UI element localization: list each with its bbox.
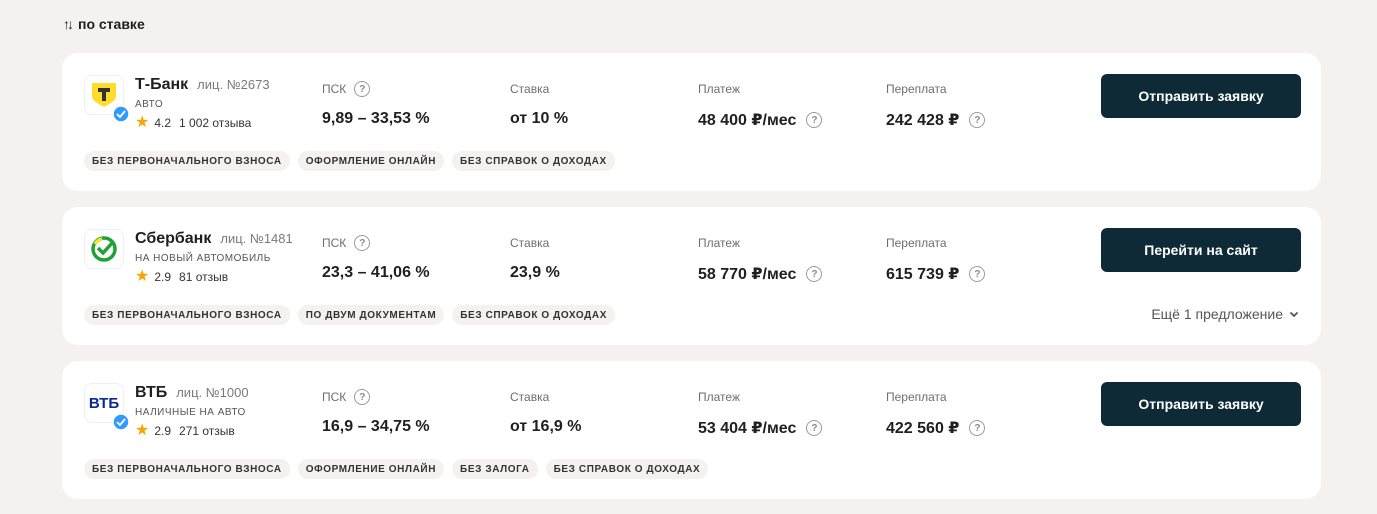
rating-value: 4.2 <box>154 116 172 130</box>
sort-arrows-icon: ↑↓ <box>63 16 74 32</box>
payment-value: 53 404 ₽/мес <box>698 420 797 437</box>
psk-label: ПСК <box>322 236 347 250</box>
rate-label: Ставка <box>510 82 550 96</box>
sber-logo-icon <box>84 229 124 269</box>
tag: Без залога <box>452 459 538 479</box>
overpay-label: Переплата <box>886 236 947 250</box>
tag: Без справок о доходах <box>452 305 615 325</box>
help-icon[interactable]: ? <box>806 420 823 436</box>
tag: Без первоначального взноса <box>84 151 290 171</box>
overpay-value: 615 739 ₽ <box>886 266 960 283</box>
payment-value: 58 770 ₽/мес <box>698 266 797 283</box>
star-icon: ★ <box>135 268 150 285</box>
apply-button[interactable]: Отправить заявку <box>1101 74 1301 118</box>
reviews-link[interactable]: 81 отзыв <box>179 270 228 284</box>
rate-value: от 16,9 % <box>510 418 582 435</box>
tag: Без справок о доходах <box>452 151 615 171</box>
overpay-label: Переплата <box>886 82 947 96</box>
sort-label: по ставке <box>78 16 145 32</box>
offer-card: ВТБ ВТБ лиц. №1000 наличные на авто ★ 2.… <box>62 361 1321 499</box>
tag: Без справок о доходах <box>545 459 709 479</box>
help-icon[interactable]: ? <box>354 389 371 405</box>
psk-value: 9,89 – 33,53 % <box>322 110 430 127</box>
vtb-logo-text: ВТБ <box>88 394 120 412</box>
rating-value: 2.9 <box>154 424 172 438</box>
rate-label: Ставка <box>510 390 550 404</box>
apply-button[interactable]: Отправить заявку <box>1101 382 1301 426</box>
rating-value: 2.9 <box>154 270 172 284</box>
psk-value: 23,3 – 41,06 % <box>322 264 430 281</box>
rate-metric: Ставка от 10 % <box>510 81 568 128</box>
overpay-metric: Переплата 242 428 ₽? <box>886 81 986 130</box>
overpay-metric: Переплата 615 739 ₽? <box>886 235 986 284</box>
rate-metric: Ставка от 16,9 % <box>510 389 581 436</box>
overpay-value: 242 428 ₽ <box>886 112 960 129</box>
tag: По двум документам <box>297 305 445 325</box>
tag: Без первоначального взноса <box>84 459 290 479</box>
payment-label: Платеж <box>698 236 740 250</box>
verified-badge-icon <box>112 105 130 123</box>
tag-list: Без первоначального взноса Оформление он… <box>84 151 615 171</box>
psk-metric: ПСК? 16,9 – 34,75 % <box>322 389 430 436</box>
offer-card: Т-Банк лиц. №2673 авто ★ 4.2 1 002 отзыв… <box>62 53 1321 191</box>
payment-label: Платеж <box>698 390 740 404</box>
overpay-label: Переплата <box>886 390 947 404</box>
star-icon: ★ <box>135 422 150 439</box>
tag-list: Без первоначального взноса Оформление он… <box>84 459 709 479</box>
help-icon[interactable]: ? <box>806 266 823 282</box>
bank-name[interactable]: Сбербанк <box>135 230 211 248</box>
star-icon: ★ <box>135 114 150 131</box>
psk-value: 16,9 – 34,75 % <box>322 418 430 435</box>
chevron-down-icon <box>1289 311 1299 318</box>
bank-name[interactable]: Т-Банк <box>135 76 188 94</box>
rate-value: 23,9 % <box>510 264 560 281</box>
rate-label: Ставка <box>510 236 550 250</box>
help-icon[interactable]: ? <box>969 420 986 436</box>
rate-value: от 10 % <box>510 110 569 127</box>
payment-metric: Платеж 48 400 ₽/мес? <box>698 81 823 130</box>
tag-list: Без первоначального взноса По двум докум… <box>84 305 615 325</box>
product-type: наличные на авто <box>135 407 246 418</box>
license-number: лиц. №1000 <box>176 385 249 400</box>
go-to-site-button[interactable]: Перейти на сайт <box>1101 228 1301 272</box>
payment-value: 48 400 ₽/мес <box>698 112 797 129</box>
payment-metric: Платеж 58 770 ₽/мес? <box>698 235 823 284</box>
bank-name[interactable]: ВТБ <box>135 384 167 402</box>
help-icon[interactable]: ? <box>354 81 371 97</box>
overpay-value: 422 560 ₽ <box>886 420 960 437</box>
rating: ★ 4.2 1 002 отзыва <box>135 114 251 131</box>
psk-metric: ПСК? 23,3 – 41,06 % <box>322 235 430 282</box>
help-icon[interactable]: ? <box>969 266 986 282</box>
psk-label: ПСК <box>322 82 347 96</box>
rate-metric: Ставка 23,9 % <box>510 235 560 282</box>
overpay-metric: Переплата 422 560 ₽? <box>886 389 986 438</box>
sort-by-rate-button[interactable]: ↑↓ по ставке <box>63 16 145 32</box>
product-type: авто <box>135 99 164 110</box>
more-offers-link[interactable]: Ещё 1 предложение <box>1151 306 1299 322</box>
tag: Оформление онлайн <box>297 151 445 171</box>
payment-label: Платеж <box>698 82 740 96</box>
offer-card: Сбербанк лиц. №1481 на новый автомобиль … <box>62 207 1321 345</box>
reviews-link[interactable]: 271 отзыв <box>179 424 235 438</box>
help-icon[interactable]: ? <box>969 112 986 128</box>
psk-label: ПСК <box>322 390 347 404</box>
reviews-link[interactable]: 1 002 отзыва <box>179 116 251 130</box>
rating: ★ 2.9 81 отзыв <box>135 268 228 285</box>
help-icon[interactable]: ? <box>354 235 371 251</box>
tag: Оформление онлайн <box>297 459 445 479</box>
more-offers-label: Ещё 1 предложение <box>1151 306 1283 322</box>
tag: Без первоначального взноса <box>84 305 290 325</box>
product-type: на новый автомобиль <box>135 253 271 264</box>
help-icon[interactable]: ? <box>806 112 823 128</box>
license-number: лиц. №1481 <box>220 231 293 246</box>
license-number: лиц. №2673 <box>197 77 270 92</box>
rating: ★ 2.9 271 отзыв <box>135 422 235 439</box>
verified-badge-icon <box>112 413 130 431</box>
psk-metric: ПСК? 9,89 – 33,53 % <box>322 81 430 128</box>
payment-metric: Платеж 53 404 ₽/мес? <box>698 389 823 438</box>
